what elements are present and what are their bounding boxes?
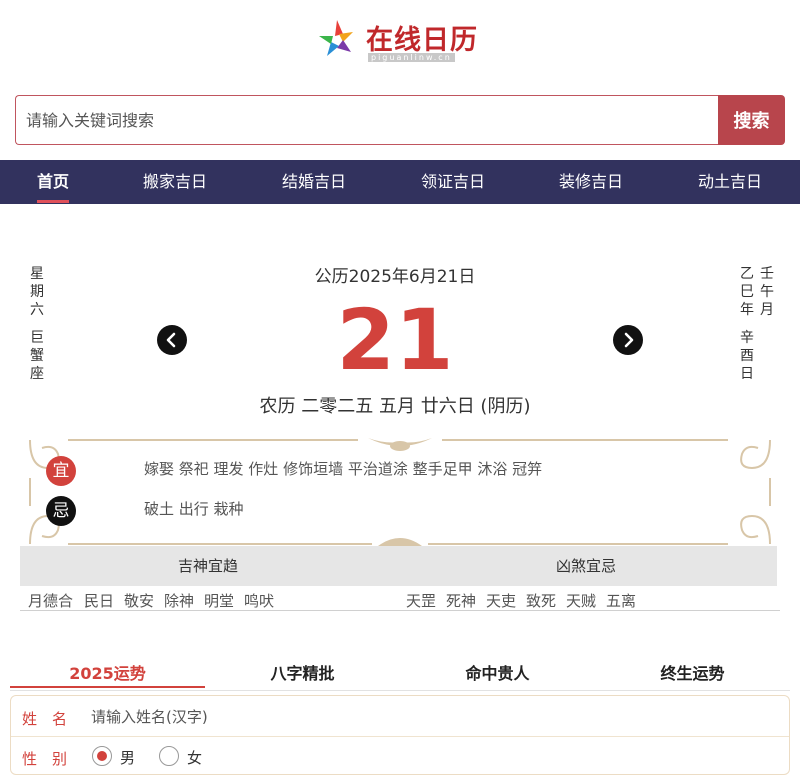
bad-god-item: 五离 bbox=[606, 592, 637, 610]
main-nav: 首页 搬家吉日 结婚吉日 领证吉日 装修吉日 动土吉日 bbox=[0, 160, 800, 204]
good-god-item: 鸣吠 bbox=[244, 592, 275, 610]
good-god-item: 除神 bbox=[164, 592, 195, 610]
day-number: 21 bbox=[336, 291, 454, 389]
good-god-item: 明堂 bbox=[204, 592, 235, 610]
nav-item-home[interactable]: 首页 bbox=[30, 160, 76, 204]
gods-table-header: 吉神宜趋 凶煞宜忌 bbox=[20, 546, 777, 586]
gender-female-label: 女 bbox=[187, 749, 203, 767]
tab-divider bbox=[10, 690, 790, 691]
next-day-button[interactable] bbox=[613, 325, 643, 355]
constellation: 巨 蟹 座 bbox=[30, 330, 44, 382]
prev-day-button[interactable] bbox=[157, 325, 187, 355]
weekday: 星 期 六 bbox=[30, 266, 44, 318]
bad-god-item: 天吏 bbox=[486, 592, 517, 610]
site-subtitle: piguanlinw.cn bbox=[368, 53, 455, 62]
ganzhi-month: 壬 午 月 bbox=[760, 266, 774, 318]
nav-item-moving[interactable]: 搬家吉日 bbox=[135, 160, 215, 204]
tab-active-indicator bbox=[10, 686, 205, 688]
search-button[interactable]: 搜索 bbox=[718, 95, 785, 145]
tab-2025-fortune[interactable]: 2025运势 bbox=[10, 660, 205, 684]
good-god-item: 敬安 bbox=[124, 592, 155, 610]
gender-female-radio[interactable] bbox=[159, 746, 179, 766]
search-input[interactable] bbox=[15, 95, 719, 145]
form-row-divider bbox=[11, 736, 789, 737]
gregorian-date: 公历2025年6月21日 bbox=[314, 267, 476, 287]
site-logo[interactable]: 在线日历 piguanlinw.cn bbox=[313, 14, 483, 64]
divider bbox=[20, 610, 780, 611]
nav-item-wedding[interactable]: 结婚吉日 bbox=[274, 160, 354, 204]
ganzhi-day: 辛 酉 日 bbox=[740, 330, 754, 382]
bad-god-item: 天罡 bbox=[406, 592, 437, 610]
yi-badge: 宜 bbox=[46, 456, 76, 486]
bad-god-item: 致死 bbox=[526, 592, 557, 610]
bad-god-item: 死神 bbox=[446, 592, 477, 610]
ji-items: 破土 出行 栽种 bbox=[144, 500, 244, 518]
tab-noble-person[interactable]: 命中贵人 bbox=[400, 660, 595, 684]
good-god-item: 民日 bbox=[84, 592, 115, 610]
bad-gods-header: 凶煞宜忌 bbox=[556, 557, 617, 575]
ornamental-frame-icon bbox=[29, 438, 771, 546]
site-title: 在线日历 bbox=[366, 25, 478, 56]
yi-items: 嫁娶 祭祀 理发 作灶 修饰垣墙 平治道涂 整手足甲 沐浴 冠笄 bbox=[144, 460, 543, 478]
ji-badge: 忌 bbox=[46, 496, 76, 526]
gender-male-radio[interactable] bbox=[92, 746, 112, 766]
gender-male-label: 男 bbox=[120, 749, 136, 767]
bad-god-item: 天贼 bbox=[566, 592, 597, 610]
chevron-right-icon bbox=[624, 332, 634, 348]
nav-item-decoration[interactable]: 装修吉日 bbox=[551, 160, 631, 204]
nav-item-marriage-license[interactable]: 领证吉日 bbox=[413, 160, 493, 204]
lunar-date: 农历 二零二五 五月 廿六日 (阴历) bbox=[259, 396, 531, 417]
logo-pinwheel-icon bbox=[319, 20, 353, 56]
gender-label: 性 别 bbox=[22, 750, 68, 768]
name-input[interactable] bbox=[88, 704, 394, 730]
chevron-left-icon bbox=[166, 332, 176, 348]
nav-item-groundbreaking[interactable]: 动土吉日 bbox=[690, 160, 770, 204]
yiji-panel: 宜 嫁娶 祭祀 理发 作灶 修饰垣墙 平治道涂 整手足甲 沐浴 冠笄 忌 破土 … bbox=[28, 438, 772, 546]
name-label: 姓 名 bbox=[22, 710, 68, 728]
tab-bazi[interactable]: 八字精批 bbox=[205, 660, 400, 684]
good-gods-header: 吉神宜趋 bbox=[178, 557, 239, 575]
nav-active-indicator bbox=[37, 200, 69, 203]
tab-lifetime-fortune[interactable]: 终生运势 bbox=[595, 660, 790, 684]
good-god-item: 月德合 bbox=[28, 592, 74, 610]
ganzhi-year: 乙 巳 年 bbox=[740, 266, 754, 318]
